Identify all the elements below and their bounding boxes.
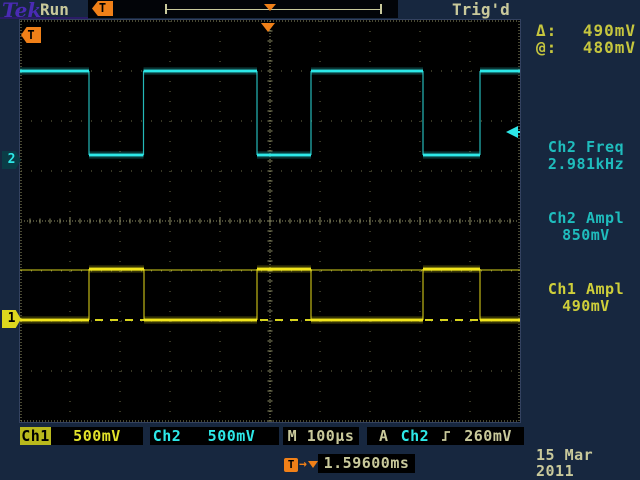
cursor-delta-row: Δ: 490mV bbox=[536, 22, 636, 39]
trigger-source: Ch2 bbox=[401, 427, 430, 445]
ch1-label: Ch1 bbox=[20, 427, 51, 445]
trigger-source-label: A bbox=[379, 427, 389, 445]
trigger-t-icon: T bbox=[284, 458, 298, 472]
ch2-ground-marker: 2 bbox=[2, 151, 21, 169]
cursor-delta-label: Δ: bbox=[536, 22, 557, 39]
acquisition-status: Run bbox=[40, 0, 69, 19]
measurement-label: Ch2 Ampl bbox=[534, 210, 638, 227]
measurement-value: 490mV bbox=[534, 298, 638, 315]
delay-time-icon: T → bbox=[284, 457, 318, 472]
ch2-label: Ch2 bbox=[150, 427, 184, 445]
cursor-at-value: 480mV bbox=[583, 39, 636, 56]
cursor-at-row: @: 480mV bbox=[536, 39, 636, 56]
measurement-value: 850mV bbox=[534, 227, 638, 244]
arrow-right-icon: → bbox=[299, 457, 307, 472]
record-trigger-marker-icon bbox=[264, 4, 276, 11]
trigger-level: 260mV bbox=[464, 427, 512, 445]
measurement-ch1-ampl: Ch1 Ampl 490mV bbox=[534, 281, 638, 315]
date: 15 Mar 2011 bbox=[536, 447, 640, 479]
cursor-readout: Δ: 490mV @: 480mV bbox=[536, 22, 636, 56]
trigger-status: Trig'd bbox=[452, 0, 510, 19]
oscilloscope-screen: Tek Run T Trig'd T 2 1 Δ: 490mV @: 480mV… bbox=[0, 0, 640, 480]
waveform-svg bbox=[20, 20, 520, 422]
measurement-value: 2.981kHz bbox=[534, 156, 638, 173]
measurement-ch2-freq: Ch2 Freq 2.981kHz bbox=[534, 139, 638, 173]
expansion-point-icon bbox=[261, 23, 275, 32]
cursor-delta-value: 490mV bbox=[583, 22, 636, 39]
ch1-scale: 500mV bbox=[51, 427, 143, 445]
measurement-label: Ch1 Ampl bbox=[534, 281, 638, 298]
delay-readout: 1.59600ms bbox=[318, 454, 415, 473]
ch2-scale: 500mV bbox=[184, 427, 279, 445]
waveform-display bbox=[20, 20, 520, 422]
triangle-down-icon bbox=[308, 461, 318, 468]
measurement-ch2-ampl: Ch2 Ampl 850mV bbox=[534, 210, 638, 244]
timebase-readout: M 100µs bbox=[283, 427, 359, 445]
trigger-readout: A Ch2 260mV bbox=[367, 427, 524, 445]
date-time: 15 Mar 2011 16:38:32 bbox=[536, 447, 640, 480]
measurement-label: Ch2 Freq bbox=[534, 139, 638, 156]
rising-edge-icon bbox=[441, 429, 452, 443]
cursor-at-label: @: bbox=[536, 39, 557, 56]
ch1-ground-marker: 1 bbox=[2, 310, 21, 328]
